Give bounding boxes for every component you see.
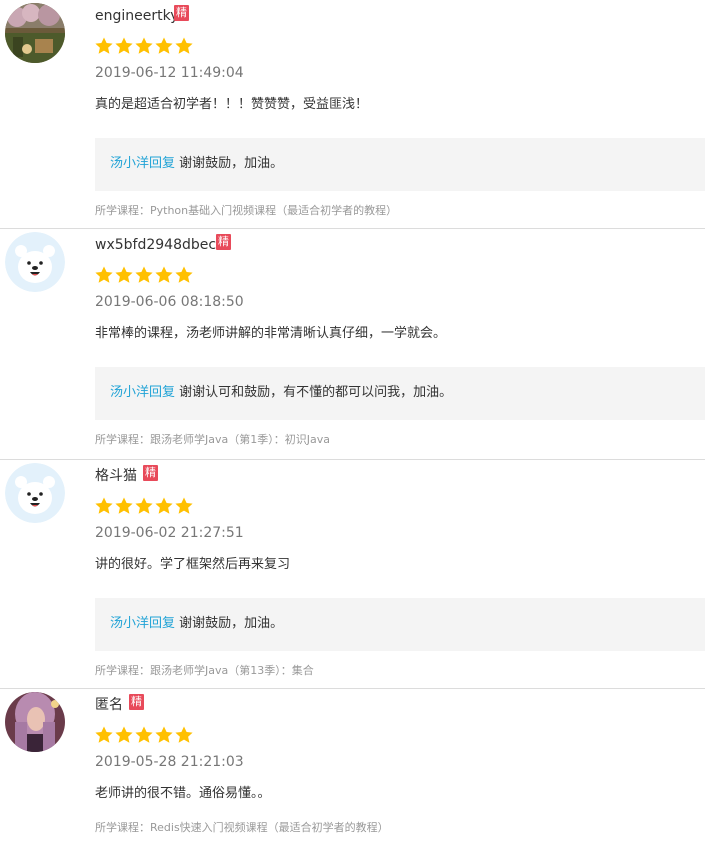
review-content: 老师讲的很不错。通俗易懂。。	[95, 786, 271, 801]
reply-text: 谢谢认可和鼓励，有不懂的都可以问我，加油。	[179, 385, 453, 400]
reply-line: 汤小洋回复 谢谢认可和鼓励，有不懂的都可以问我，加油。	[110, 384, 452, 402]
star-icon	[155, 37, 173, 54]
star-icon	[95, 497, 113, 514]
reply-text: 谢谢鼓励，加油。	[179, 616, 284, 631]
star-icon	[115, 726, 133, 743]
user-avatar[interactable]	[5, 3, 65, 63]
rating-stars	[94, 265, 194, 285]
user-avatar[interactable]	[5, 463, 65, 523]
star-icon	[115, 497, 133, 514]
star-icon	[135, 497, 153, 514]
review-item: 格斗猫 精 2019-06-02 21:27:51 讲的很好。学了框架然后再来复…	[0, 460, 705, 688]
reply-line: 汤小洋回复 谢谢鼓励，加油。	[110, 155, 283, 173]
rating-stars	[94, 496, 194, 516]
star-icon	[115, 266, 133, 283]
star-icon	[175, 37, 193, 54]
review-content: 讲的很好。学了框架然后再来复习	[95, 557, 291, 572]
review-item: wx5bfd2948dbece 精 2019-06-06 08:18:50 非常…	[0, 229, 705, 459]
star-icon	[135, 266, 153, 283]
star-icon	[135, 37, 153, 54]
rating-stars	[94, 36, 194, 56]
course-info: 所学课程：跟汤老师学Java（第1季）：初识Java	[95, 433, 330, 446]
rating-stars	[94, 725, 194, 745]
reply-author: 汤小洋回复	[110, 385, 176, 400]
review-item: engineertky 精 2019-06-12 11:49:04 真的是超适合…	[0, 0, 705, 228]
star-icon	[175, 266, 193, 283]
username[interactable]: engineertky	[95, 7, 179, 25]
course-info: 所学课程：跟汤老师学Java（第13季）：集合	[95, 664, 314, 677]
user-avatar[interactable]	[5, 692, 65, 752]
star-icon	[175, 497, 193, 514]
user-avatar[interactable]	[5, 232, 65, 292]
featured-badge: 精	[129, 694, 144, 710]
teacher-reply: 汤小洋回复 谢谢认可和鼓励，有不懂的都可以问我，加油。	[95, 367, 705, 420]
star-icon	[135, 726, 153, 743]
course-info: 所学课程：Redis快速入门视频课程（最适合初学者的教程）	[95, 821, 389, 834]
star-icon	[155, 497, 173, 514]
reply-text: 谢谢鼓励，加油。	[179, 156, 284, 171]
reply-author: 汤小洋回复	[110, 156, 176, 171]
review-date: 2019-06-12 11:49:04	[95, 65, 244, 81]
review-content: 真的是超适合初学者！！！赞赞赞，受益匪浅！	[95, 97, 369, 112]
review-date: 2019-06-02 21:27:51	[95, 525, 244, 541]
username[interactable]: 格斗猫	[95, 467, 137, 485]
star-icon	[175, 726, 193, 743]
review-date: 2019-05-28 21:21:03	[95, 754, 244, 770]
reply-author: 汤小洋回复	[110, 616, 176, 631]
reply-line: 汤小洋回复 谢谢鼓励，加油。	[110, 615, 283, 633]
username[interactable]: wx5bfd2948dbece	[95, 236, 225, 254]
teacher-reply: 汤小洋回复 谢谢鼓励，加油。	[95, 138, 705, 191]
star-icon	[155, 266, 173, 283]
star-icon	[95, 266, 113, 283]
username[interactable]: 匿名	[95, 696, 123, 714]
review-item: 匿名 精 2019-05-28 21:21:03 老师讲的很不错。通俗易懂。。 …	[0, 689, 705, 843]
review-content: 非常棒的课程，汤老师讲解的非常清晰认真仔细，一学就会。	[95, 326, 447, 341]
star-icon	[155, 726, 173, 743]
star-icon	[95, 37, 113, 54]
featured-badge: 精	[216, 234, 231, 250]
star-icon	[95, 726, 113, 743]
star-icon	[115, 37, 133, 54]
review-date: 2019-06-06 08:18:50	[95, 294, 244, 310]
course-info: 所学课程：Python基础入门视频课程（最适合初学者的教程）	[95, 204, 398, 217]
featured-badge: 精	[174, 5, 189, 21]
featured-badge: 精	[143, 465, 158, 481]
teacher-reply: 汤小洋回复 谢谢鼓励，加油。	[95, 598, 705, 651]
